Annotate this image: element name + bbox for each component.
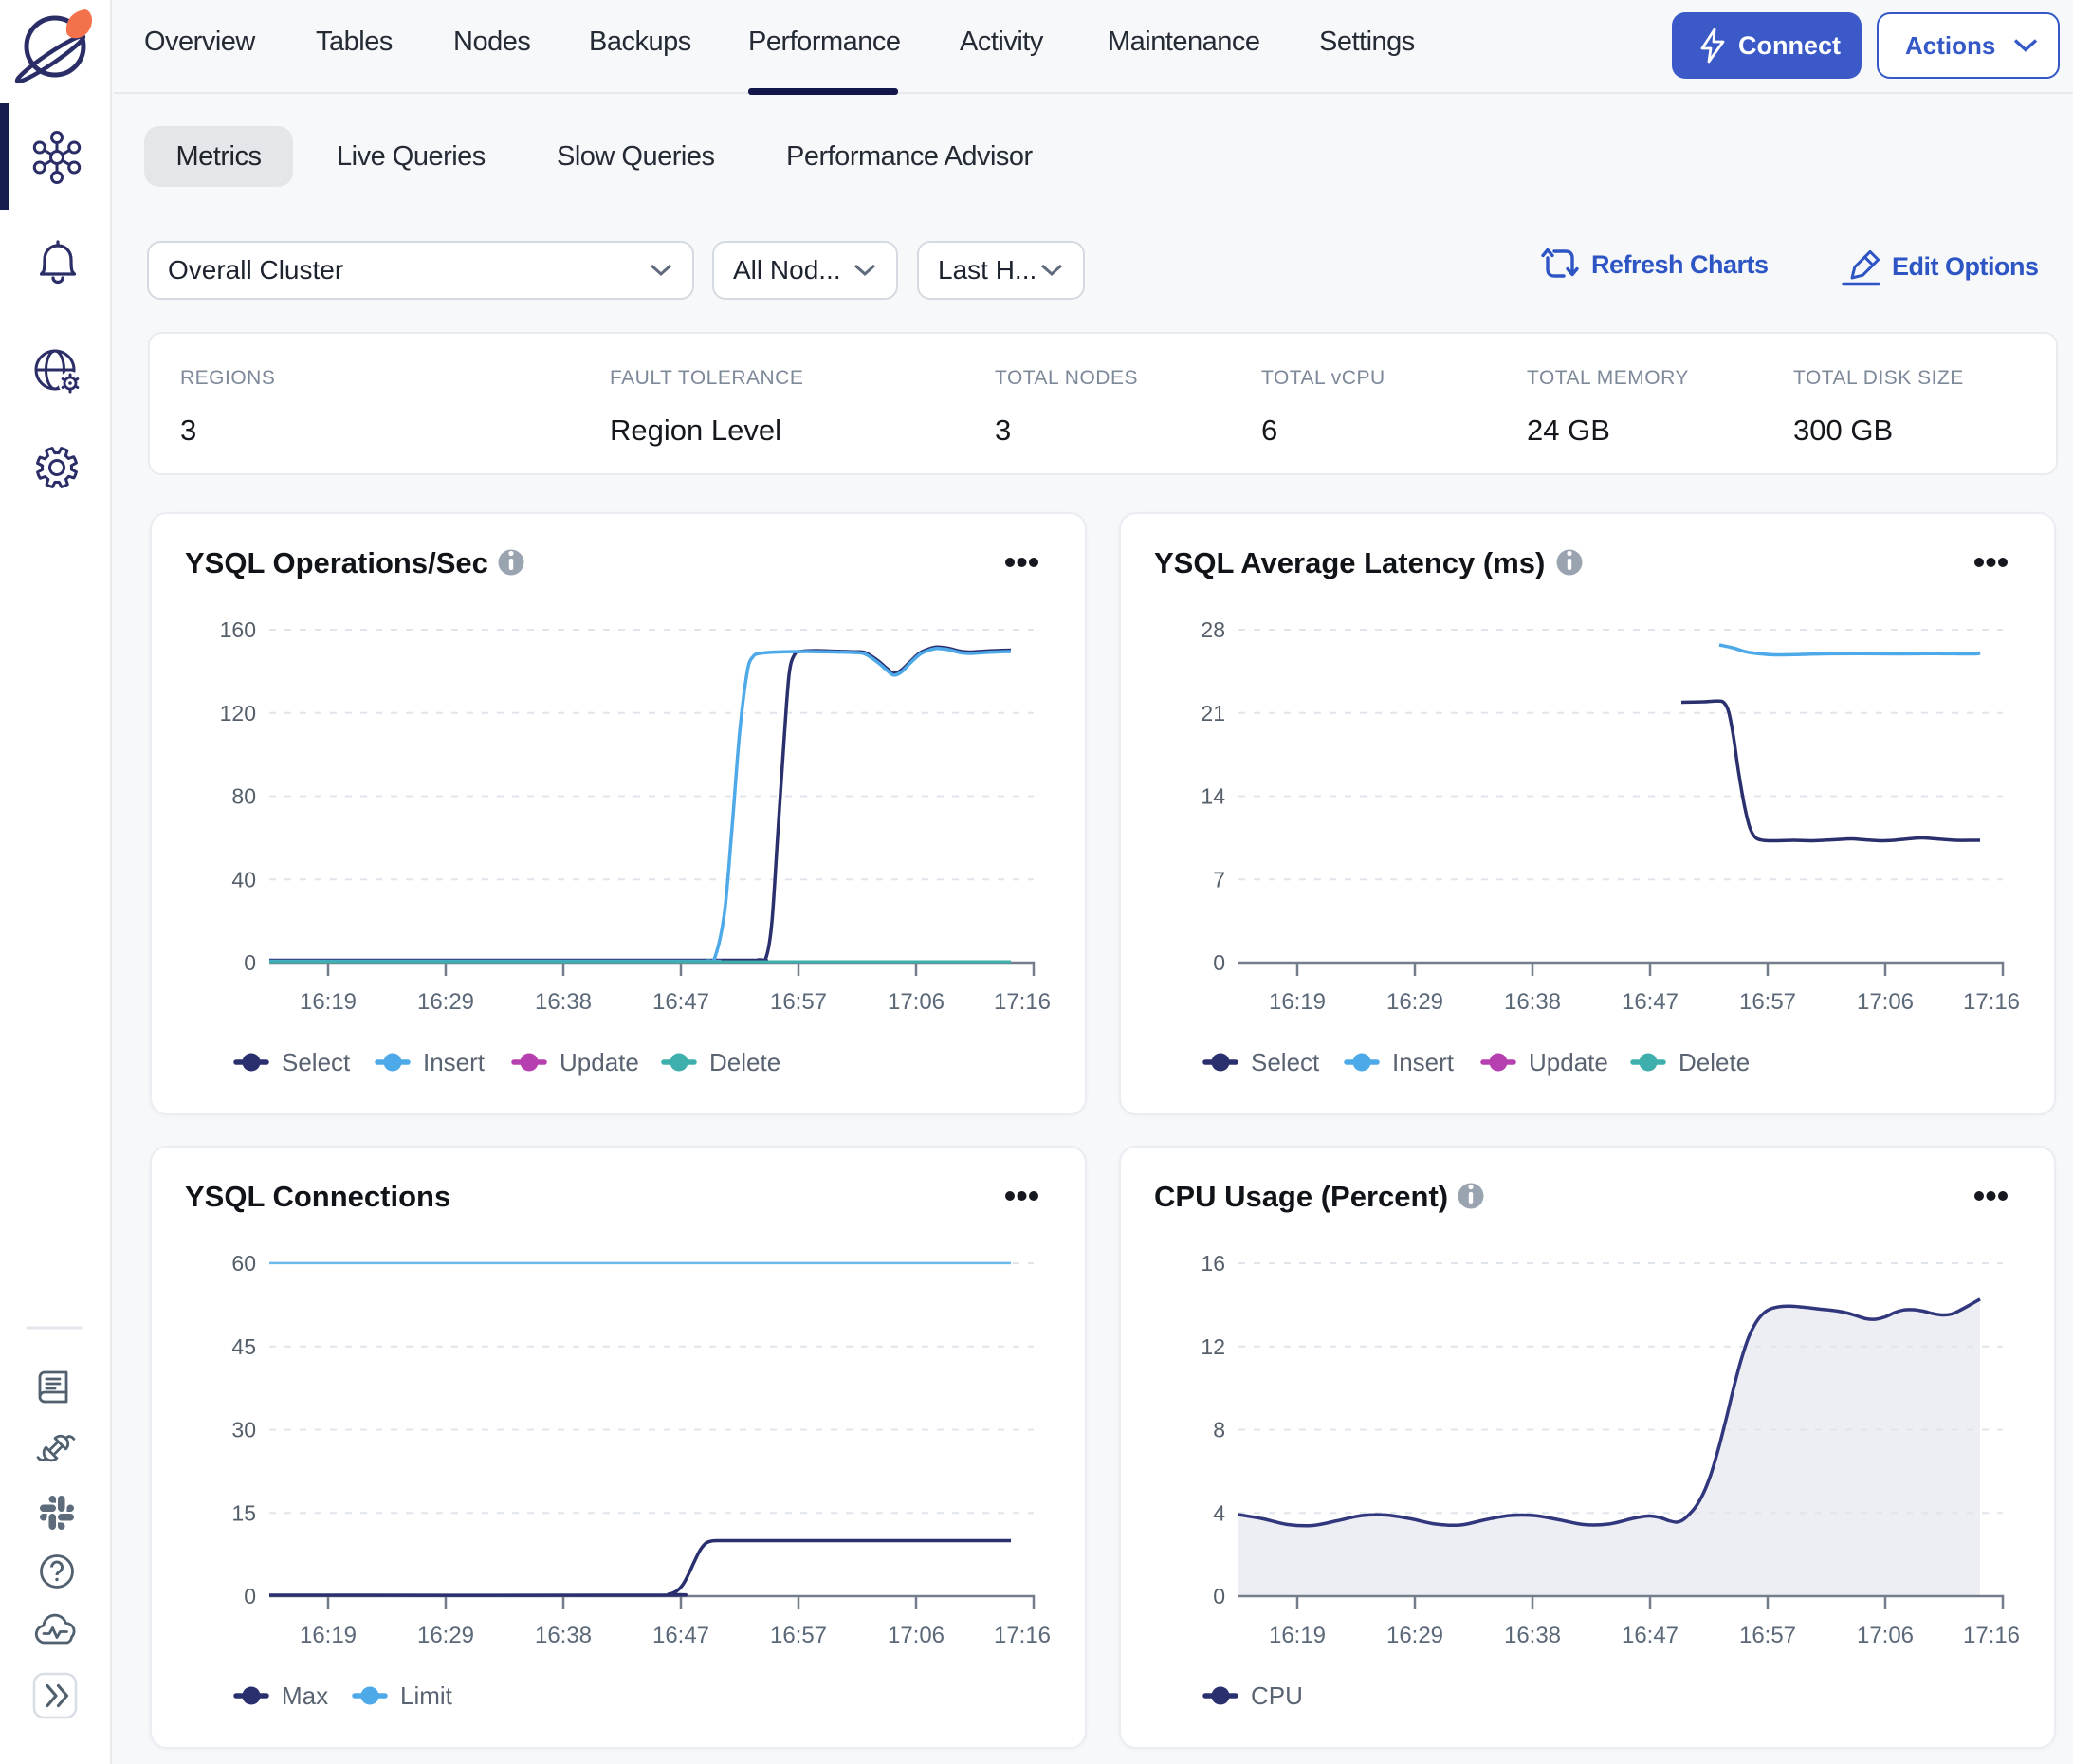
svg-text:16:29: 16:29 [1386,1623,1443,1648]
svg-text:16:38: 16:38 [535,1623,592,1648]
svg-text:17:16: 17:16 [1963,1623,2020,1648]
svg-text:16: 16 [1201,1251,1225,1276]
svg-text:4: 4 [1213,1500,1225,1525]
svg-text:16:19: 16:19 [300,1623,357,1648]
svg-text:7: 7 [1213,867,1225,891]
svg-text:Update: Update [560,1048,639,1076]
svg-text:12: 12 [1201,1334,1225,1359]
svg-text:16:47: 16:47 [1622,1623,1679,1648]
svg-text:16:47: 16:47 [652,1623,709,1648]
svg-text:8: 8 [1213,1418,1225,1442]
svg-text:Delete: Delete [709,1048,780,1076]
svg-text:16:38: 16:38 [1504,1623,1561,1648]
svg-text:YSQL Connections: YSQL Connections [185,1180,450,1213]
svg-text:0: 0 [244,950,256,975]
svg-text:0: 0 [244,1584,256,1608]
svg-text:Select: Select [282,1048,351,1076]
svg-text:40: 40 [231,867,256,891]
svg-text:16:29: 16:29 [417,1623,474,1648]
svg-text:17:06: 17:06 [888,1623,945,1648]
svg-text:Insert: Insert [1392,1048,1455,1076]
svg-text:120: 120 [220,701,256,726]
svg-text:16:47: 16:47 [1622,989,1679,1015]
svg-text:CPU: CPU [1251,1681,1303,1710]
svg-text:16:19: 16:19 [300,989,357,1015]
svg-text:17:06: 17:06 [1857,1623,1914,1648]
svg-text:16:19: 16:19 [1269,989,1326,1015]
svg-text:CPU Usage (Percent): CPU Usage (Percent) [1154,1180,1448,1213]
svg-text:30: 30 [231,1418,256,1442]
svg-text:28: 28 [1201,617,1225,642]
svg-text:0: 0 [1213,1584,1225,1608]
svg-text:Update: Update [1529,1048,1608,1076]
svg-text:17:16: 17:16 [1963,989,2020,1015]
svg-text:0: 0 [1213,950,1225,975]
svg-text:160: 160 [220,617,256,642]
svg-text:Select: Select [1251,1048,1320,1076]
svg-text:16:29: 16:29 [417,989,474,1015]
svg-text:16:47: 16:47 [652,989,709,1015]
svg-text:16:57: 16:57 [1739,989,1796,1015]
svg-text:16:57: 16:57 [770,1623,827,1648]
svg-text:15: 15 [231,1500,256,1525]
svg-text:17:16: 17:16 [994,989,1051,1015]
svg-text:14: 14 [1201,784,1225,809]
svg-text:17:16: 17:16 [994,1623,1051,1648]
svg-text:45: 45 [231,1334,256,1359]
svg-text:Limit: Limit [400,1681,453,1710]
svg-text:16:19: 16:19 [1269,1623,1326,1648]
svg-text:16:29: 16:29 [1386,989,1443,1015]
svg-text:YSQL Operations/Sec: YSQL Operations/Sec [185,546,488,579]
svg-text:16:38: 16:38 [535,989,592,1015]
svg-text:Max: Max [282,1681,328,1710]
svg-text:17:06: 17:06 [888,989,945,1015]
svg-text:16:57: 16:57 [770,989,827,1015]
svg-text:80: 80 [231,784,256,809]
svg-text:60: 60 [231,1251,256,1276]
svg-text:YSQL Average Latency (ms): YSQL Average Latency (ms) [1154,546,1545,579]
svg-text:Delete: Delete [1679,1048,1750,1076]
svg-text:16:38: 16:38 [1504,989,1561,1015]
svg-text:17:06: 17:06 [1857,989,1914,1015]
svg-text:Insert: Insert [423,1048,486,1076]
svg-text:21: 21 [1201,701,1225,726]
svg-text:16:57: 16:57 [1739,1623,1796,1648]
